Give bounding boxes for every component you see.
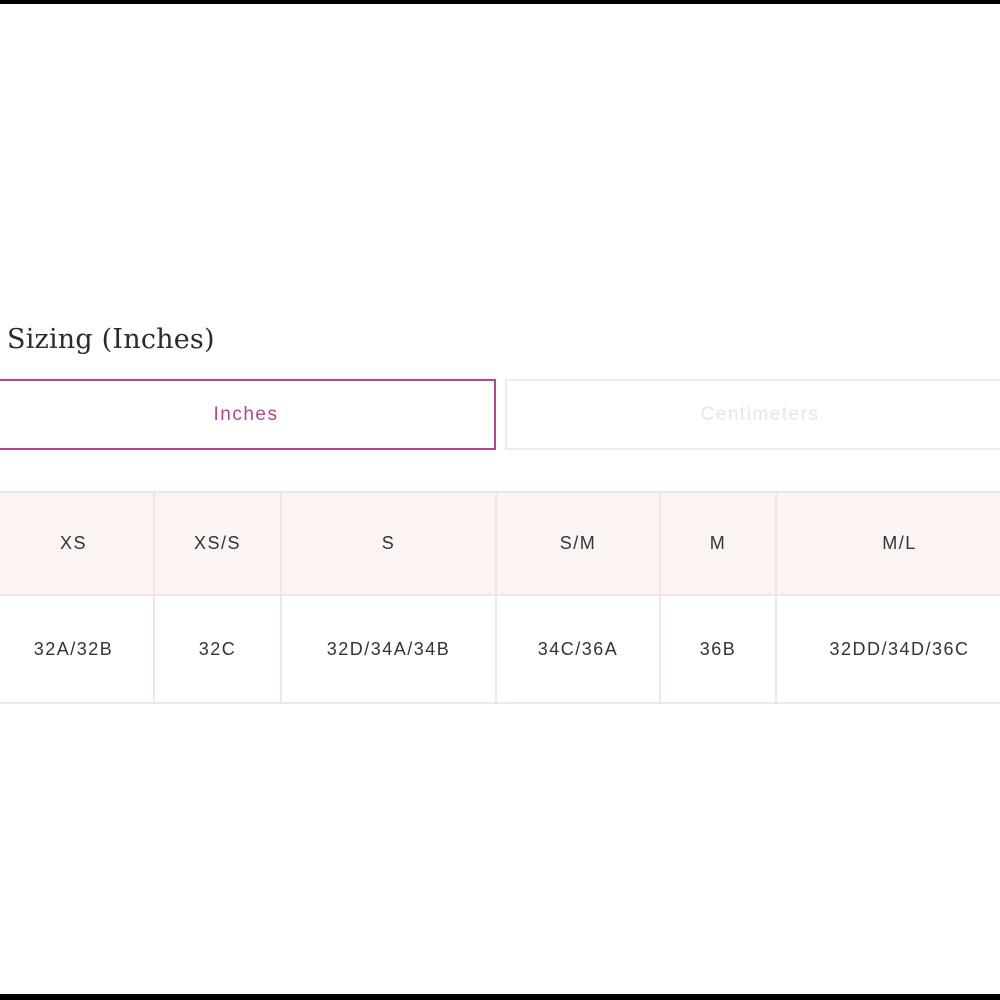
table-header-row: XS XS/S S S/M M M/L xyxy=(0,491,1000,596)
table-cell: 32C xyxy=(153,594,282,704)
column-header: XS xyxy=(0,491,155,596)
column-header: XS/S xyxy=(153,491,282,596)
table-cell: 32D/34A/34B xyxy=(280,594,497,704)
table-cell: 36B xyxy=(659,594,777,704)
table-cell: 32DD/34D/36C xyxy=(775,594,1000,704)
table-cell: 32A/32B xyxy=(0,594,155,704)
column-header: S/M xyxy=(495,491,661,596)
page-title: Sizing (Inches) xyxy=(7,324,215,355)
table-cell: 34C/36A xyxy=(495,594,661,704)
column-header: S xyxy=(280,491,497,596)
table-row: 32A/32B 32C 32D/34A/34B 34C/36A 36B 32DD… xyxy=(0,594,1000,704)
sizing-panel: Sizing (Inches) Inches Centimeters XS XS… xyxy=(0,4,1000,994)
size-table: XS XS/S S S/M M M/L 32A/32B 32C 32D/34A/… xyxy=(0,491,1000,704)
column-header: M xyxy=(659,491,777,596)
tab-inches[interactable]: Inches xyxy=(0,379,496,450)
tab-centimeters[interactable]: Centimeters xyxy=(505,379,1000,450)
column-header: M/L xyxy=(775,491,1000,596)
